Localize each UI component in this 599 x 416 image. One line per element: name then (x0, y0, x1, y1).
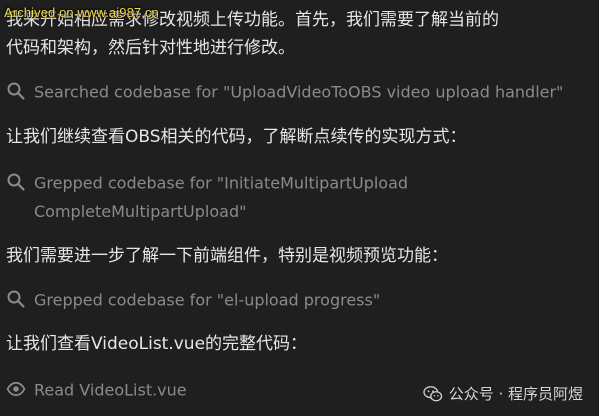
tool-call-search[interactable]: Searched codebase for "UploadVideoToOBS … (6, 78, 563, 107)
message-2: 让我们继续查看OBS相关的代码，了解断点续传的实现方式： (6, 127, 467, 147)
tool-call-read-file-text: Read VideoList.vue (34, 380, 187, 400)
tool-call-grep-upload-progress-text: Grepped codebase for "el-upload progress… (34, 290, 381, 310)
tool-call-grep-multipart-text-2: CompleteMultipartUpload" (34, 201, 247, 221)
footer-brand: 公众号 · 程序员阿煜 (423, 383, 583, 404)
search-icon (7, 82, 25, 100)
footer-brand-text: 公众号 · 程序员阿煜 (448, 385, 583, 403)
wechat-logo-icon (423, 385, 442, 401)
tool-call-grep-multipart-text-1: Grepped codebase for "InitiateMultipartU… (34, 173, 409, 193)
search-icon (7, 173, 25, 191)
message-3: 我们需要进一步了解一下前端组件，特别是视频预览功能： (6, 246, 448, 266)
tool-call-search-text: Searched codebase for "UploadVideoToOBS … (34, 82, 564, 102)
message-1-line-2: 代码和架构，然后针对性地进行修改。 (6, 38, 295, 58)
message-4: 让我们查看VideoList.vue的完整代码： (6, 334, 308, 354)
eye-icon (6, 381, 26, 396)
watermark-top: Archived on www.ai987.cn (4, 5, 159, 20)
tool-call-grep-multipart[interactable]: Grepped codebase for "InitiateMultipartU… (6, 169, 408, 226)
tool-call-read-file[interactable]: Read VideoList.vue (6, 376, 187, 405)
search-icon (7, 290, 25, 308)
tool-call-grep-upload-progress[interactable]: Grepped codebase for "el-upload progress… (6, 286, 380, 315)
